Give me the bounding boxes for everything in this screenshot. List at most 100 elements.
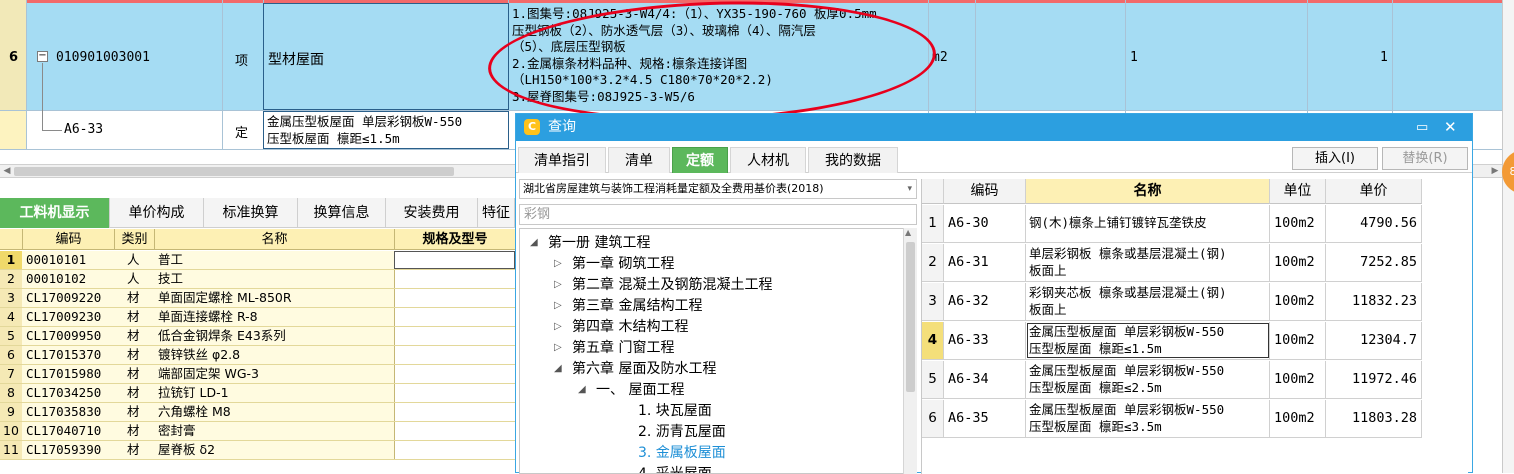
material-spec[interactable] xyxy=(394,384,515,402)
material-name: 普工 xyxy=(158,252,184,267)
tab-boq[interactable]: 清单 xyxy=(608,147,670,173)
table-row[interactable]: 3 CL17009220 材 单面固定螺栓 ML-850R xyxy=(0,289,515,308)
scroll-thumb[interactable] xyxy=(14,167,454,176)
table-row[interactable]: 10 CL17040710 材 密封膏 xyxy=(0,422,515,441)
tab-unit-price[interactable]: 单价构成 xyxy=(110,198,204,228)
material-spec[interactable] xyxy=(394,403,515,421)
table-row[interactable]: 7 CL17015980 材 端部固定架 WG-3 xyxy=(0,365,515,384)
quota-name: 金属压型板屋面 单层彩钢板W-550 压型板屋面 檩距≤2.5m xyxy=(1029,363,1225,395)
tree-connector xyxy=(42,130,62,131)
table-row[interactable]: 1 A6-30 钢(木)檩条上铺钉镀锌瓦垄铁皮 100m2 4790.56 xyxy=(922,205,1422,243)
tab-material-display[interactable]: 工料机显示 xyxy=(0,198,110,228)
table-row[interactable]: 2 00010102 人 技工 xyxy=(0,270,515,289)
row-index: 5 xyxy=(922,361,944,398)
material-name: 技工 xyxy=(158,271,184,286)
scroll-right-icon[interactable]: ▶ xyxy=(1488,165,1502,178)
table-row[interactable]: 8 CL17034250 材 拉铳钉 LD-1 xyxy=(0,384,515,403)
material-spec[interactable] xyxy=(394,365,515,383)
collapse-icon[interactable]: ◢ xyxy=(530,237,538,248)
expand-icon[interactable]: ▷ xyxy=(554,258,562,269)
tab-conversion-info[interactable]: 换算信息 xyxy=(298,198,386,228)
table-row[interactable]: 5 CL17009950 材 低合金钢焊条 E43系列 xyxy=(0,327,515,346)
tree-scrollbar[interactable]: ▲ xyxy=(903,228,917,474)
table-row[interactable]: 3 A6-32 彩钢夹芯板 檩条或基层混凝土(钢) 板面上 100m2 11832.23 xyxy=(922,283,1422,321)
tab-labor-material-machine[interactable]: 人材机 xyxy=(730,147,806,173)
scroll-up-icon[interactable]: ▲ xyxy=(905,228,911,237)
material-spec[interactable] xyxy=(394,308,515,326)
quota-unit: 100m2 xyxy=(1270,283,1326,320)
tree-node-leaf[interactable]: 3. 金属板屋面 xyxy=(638,443,726,463)
material-type: 材 xyxy=(127,442,140,457)
material-name: 低合金钢焊条 E43系列 xyxy=(158,328,286,343)
material-spec[interactable] xyxy=(394,327,515,345)
material-spec[interactable] xyxy=(394,346,515,364)
quota-price: 11972.46 xyxy=(1326,361,1422,398)
col-quota-name: 名称 xyxy=(1026,179,1270,204)
quota-name-cell: 金属压型板屋面 单层彩钢板W-550 压型板屋面 檩距≤1.5m xyxy=(1026,322,1270,359)
tree-node-chapter[interactable]: 第三章 金属结构工程 xyxy=(572,296,702,316)
collapse-toggle-icon[interactable]: − xyxy=(37,51,48,62)
material-spec[interactable] xyxy=(394,270,515,288)
material-type: 材 xyxy=(127,347,140,362)
table-row[interactable]: 4 A6-33 金属压型板屋面 单层彩钢板W-550 压型板屋面 檩距≤1.5m 100… xyxy=(922,322,1422,360)
table-row[interactable]: 5 A6-34 金属压型板屋面 单层彩钢板W-550 压型板屋面 檩距≤2.5m 100… xyxy=(922,361,1422,399)
table-row[interactable]: 4 CL17009230 材 单面连接螺栓 R-8 xyxy=(0,308,515,327)
material-code: CL17059390 xyxy=(26,442,102,457)
table-row[interactable]: 2 A6-31 单层彩钢板 檩条或基层混凝土(钢) 板面上 100m2 7252.85 xyxy=(922,244,1422,282)
tab-my-data[interactable]: 我的数据 xyxy=(808,147,898,173)
close-icon[interactable]: ✕ xyxy=(1444,114,1457,141)
col-quota-code: 编码 xyxy=(944,179,1026,204)
expand-icon[interactable]: ▷ xyxy=(554,342,562,353)
maximize-icon[interactable]: ▭ xyxy=(1416,114,1428,141)
tab-boq-guide[interactable]: 清单指引 xyxy=(518,147,606,173)
tab-feature[interactable]: 特征 xyxy=(478,198,515,228)
tab-quota[interactable]: 定额 xyxy=(672,147,728,173)
quota-price: 4790.56 xyxy=(1326,205,1422,242)
table-row[interactable]: 9 CL17035830 材 六角螺栓 M8 xyxy=(0,403,515,422)
expand-icon[interactable]: ▷ xyxy=(554,321,562,332)
collapse-icon[interactable]: ◢ xyxy=(578,384,586,395)
tree-node-chapter[interactable]: 第二章 混凝土及钢筋混凝土工程 xyxy=(572,275,772,295)
table-row[interactable]: 11 CL17059390 材 屋脊板 δ2 xyxy=(0,441,515,460)
tree-node-chapter[interactable]: 第四章 木结构工程 xyxy=(572,317,688,337)
tab-standard-conversion[interactable]: 标准换算 xyxy=(204,198,298,228)
tree-node-leaf[interactable]: 2. 沥青瓦屋面 xyxy=(638,422,726,442)
tree-node-leaf[interactable]: 1. 块瓦屋面 xyxy=(638,401,712,421)
dialog-title: 查询 xyxy=(548,119,576,135)
expand-icon[interactable]: ▷ xyxy=(554,300,562,311)
table-row[interactable]: 1 00010101 人 普工 xyxy=(0,251,515,270)
material-spec[interactable] xyxy=(394,441,515,459)
dialog-tabbar: 清单指引 清单 定额 人材机 我的数据 插入(I) 替换(R) xyxy=(516,145,1472,173)
quota-code: A6-30 xyxy=(944,205,1026,242)
expand-icon[interactable]: ▷ xyxy=(554,279,562,290)
material-code: 00010101 xyxy=(26,252,87,267)
tree-node-volume[interactable]: 第一册 建筑工程 xyxy=(548,233,650,253)
quota-code: A6-35 xyxy=(944,400,1026,437)
table-row[interactable]: 6 A6-35 金属压型板屋面 单层彩钢板W-550 压型板屋面 檩距≤3.5m 100… xyxy=(922,400,1422,438)
replace-button[interactable]: 替换(R) xyxy=(1382,147,1468,170)
quota-name-cell: 金属压型板屋面 单层彩钢板W-550 压型板屋面 檩距≤2.5m xyxy=(1026,361,1270,398)
material-spec[interactable] xyxy=(394,422,515,440)
tree-scroll-thumb[interactable] xyxy=(906,242,915,392)
search-input[interactable]: 彩钢 xyxy=(519,204,917,225)
quota-unit: 100m2 xyxy=(1270,205,1326,242)
library-select[interactable]: 湖北省房屋建筑与装饰工程消耗量定额及全费用基价表(2018) ▾ xyxy=(519,179,917,199)
tree-node-chapter[interactable]: 第五章 门窗工程 xyxy=(572,338,674,358)
tab-install-fee[interactable]: 安装费用 xyxy=(386,198,478,228)
col-quota-unit: 单位 xyxy=(1270,179,1326,204)
material-code: CL17009230 xyxy=(26,309,102,324)
table-row[interactable]: 6 CL17015370 材 镀锌铁丝 φ2.8 xyxy=(0,346,515,365)
tree-connector xyxy=(42,63,43,131)
row-index: 4 xyxy=(0,308,22,326)
tree-node-chapter[interactable]: 第六章 屋面及防水工程 xyxy=(572,359,716,379)
insert-button[interactable]: 插入(I) xyxy=(1292,147,1378,170)
col-name: 名称 xyxy=(154,229,394,250)
material-code: CL17034250 xyxy=(26,385,102,400)
collapse-icon[interactable]: ◢ xyxy=(554,363,562,374)
material-spec[interactable] xyxy=(394,289,515,307)
material-code: 00010102 xyxy=(26,271,87,286)
material-spec[interactable] xyxy=(394,251,515,269)
scroll-left-icon[interactable]: ◀ xyxy=(0,165,14,178)
tree-node-section[interactable]: 一、 屋面工程 xyxy=(596,380,684,400)
tree-node-chapter[interactable]: 第一章 砌筑工程 xyxy=(572,254,674,274)
